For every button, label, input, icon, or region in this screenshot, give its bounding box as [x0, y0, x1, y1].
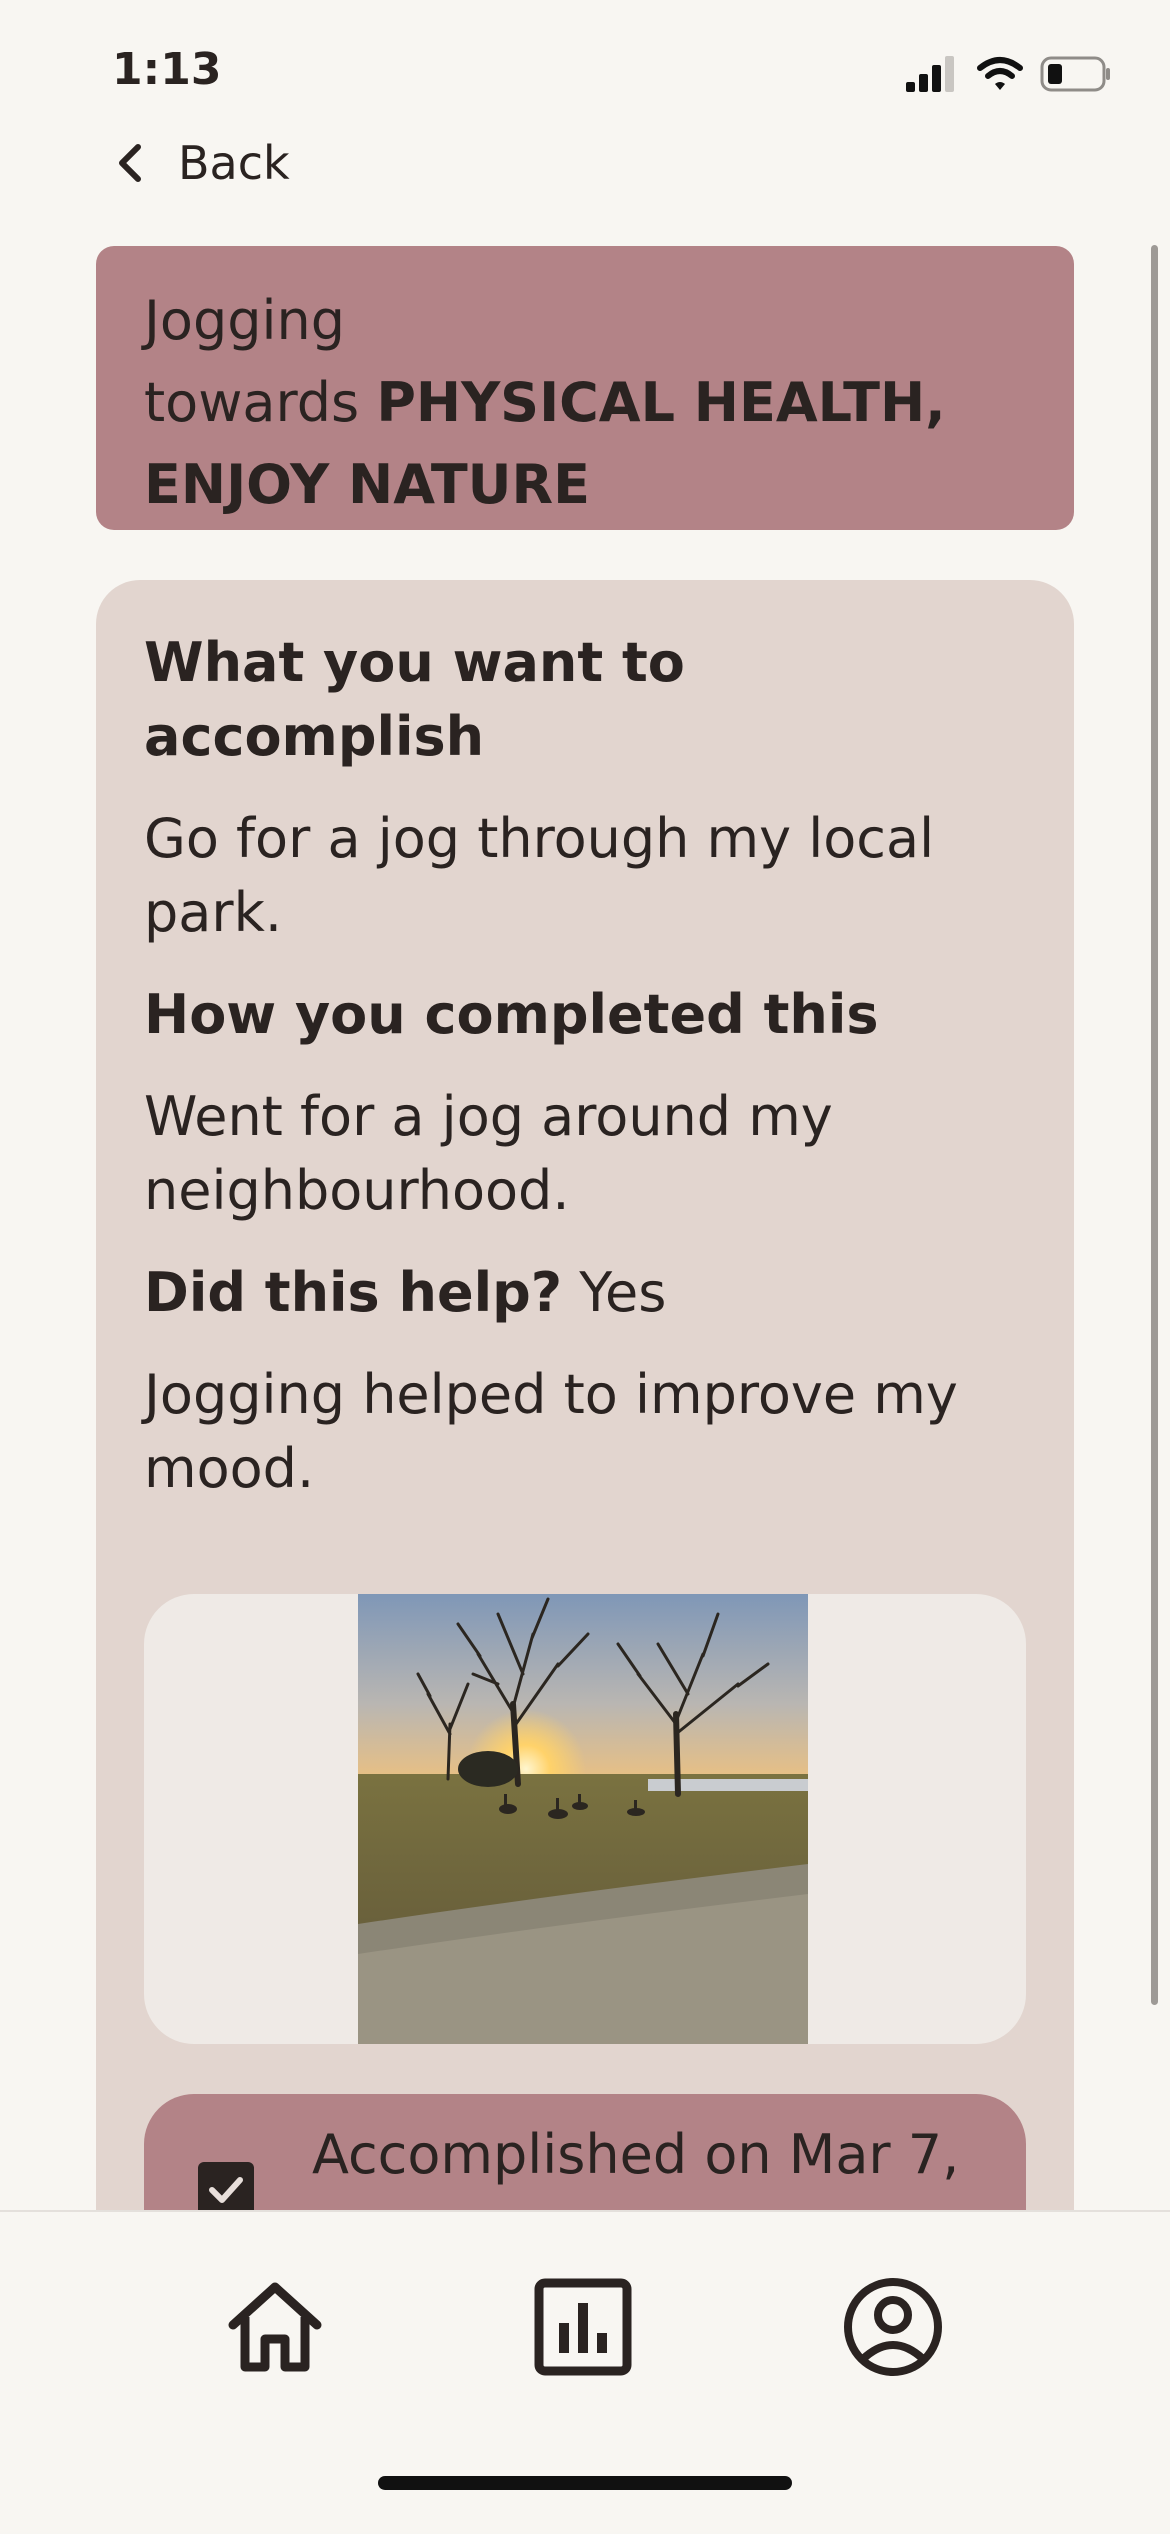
accomplished-label: Accomplished on Mar 7, — [312, 2123, 960, 2186]
content-scroll-area[interactable]: Jogging towards PHYSICAL HEALTH, ENJOY N… — [0, 230, 1170, 2210]
back-button[interactable]: Back — [112, 128, 290, 198]
goal-activity: Jogging — [144, 289, 346, 352]
helped-line: Did this help? Yes — [144, 1256, 1026, 1330]
goal-banner: Jogging towards PHYSICAL HEALTH, ENJOY N… — [96, 246, 1074, 530]
helped-answer: Yes — [579, 1261, 667, 1324]
accomplished-checkbox[interactable] — [198, 2162, 254, 2210]
helped-heading: Did this help? — [144, 1261, 563, 1324]
chevron-left-icon — [119, 144, 141, 182]
back-label: Back — [178, 136, 290, 190]
accomplish-text: Go for a jog through my local park. — [144, 807, 935, 944]
completed-text: Went for a jog around my neighbourhood. — [144, 1085, 833, 1222]
home-icon — [228, 2282, 322, 2372]
stats-icon — [534, 2278, 632, 2376]
wifi-icon — [977, 57, 1023, 90]
status-bar: 1:13 — [0, 0, 1170, 130]
tab-home[interactable] — [220, 2272, 330, 2382]
helped-text: Jogging helped to improve my mood. — [144, 1363, 958, 1500]
photo-frame[interactable] — [144, 1594, 1026, 2044]
accomplish-heading: What you want to accomplish — [144, 631, 685, 768]
towards-label: towards — [144, 371, 360, 434]
checkmark-icon — [209, 2177, 243, 2203]
completed-heading: How you completed this — [144, 983, 879, 1046]
profile-icon — [844, 2278, 942, 2376]
park-photo[interactable] — [358, 1594, 808, 2044]
goal-towards-line: towards PHYSICAL HEALTH, ENJOY NATURE — [144, 362, 1026, 526]
tab-profile[interactable] — [838, 2272, 948, 2382]
home-indicator[interactable] — [378, 2476, 792, 2490]
accomplished-banner[interactable]: Accomplished on Mar 7, — [144, 2094, 1026, 2210]
battery-icon — [1040, 56, 1110, 92]
cellular-signal-icon — [906, 56, 954, 92]
details-card: What you want to accomplish Go for a jog… — [96, 580, 1074, 2210]
scrollbar[interactable] — [1151, 245, 1158, 2005]
status-time: 1:13 — [112, 44, 222, 95]
tab-stats[interactable] — [528, 2272, 638, 2382]
